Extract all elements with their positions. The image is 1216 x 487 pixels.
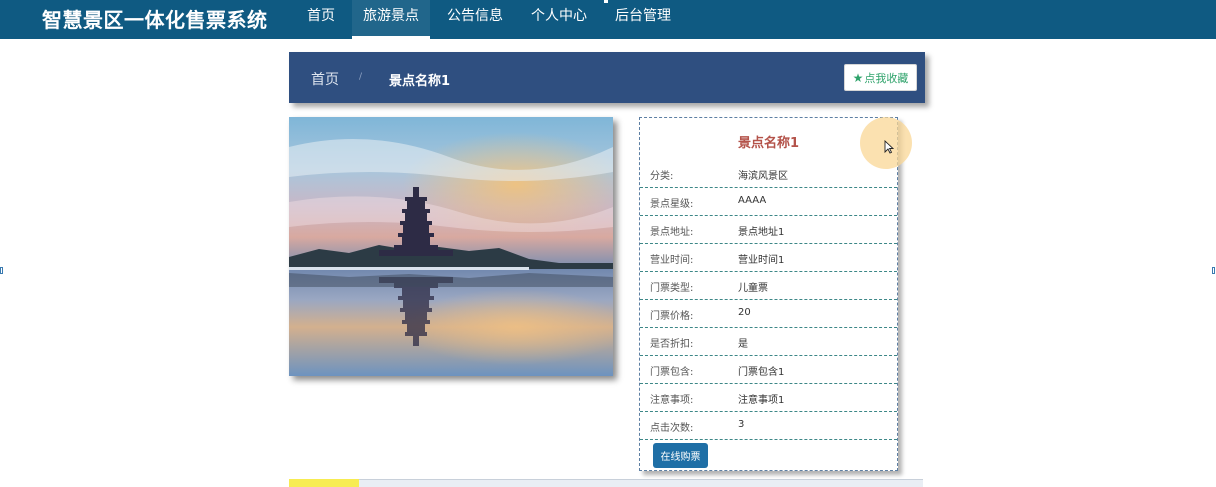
field-label: 分类: [650, 171, 674, 182]
field-label: 点击次数: [650, 423, 694, 434]
buy-ticket-button[interactable]: 在线购票 [653, 443, 708, 468]
field-value: 门票包含1 [738, 367, 785, 378]
field-label: 注意事项: [650, 395, 694, 406]
field-value: 景点地址1 [738, 227, 785, 238]
site-brand: 智慧景区一体化售票系统 [42, 8, 268, 32]
nav-home[interactable]: 首页 [296, 0, 346, 39]
next-section-marker [289, 479, 359, 487]
field-value: 儿童票 [738, 283, 768, 294]
field-value: 营业时间1 [738, 255, 785, 266]
detail-row-discount: 是否折扣: 是 [640, 328, 897, 356]
field-value: AAAA [738, 195, 767, 206]
field-label: 门票包含: [650, 367, 694, 378]
detail-row-includes: 门票包含: 门票包含1 [640, 356, 897, 384]
detail-row-hours: 营业时间: 营业时间1 [640, 244, 897, 272]
field-label: 门票价格: [650, 311, 694, 322]
field-value: 是 [738, 339, 748, 350]
field-label: 营业时间: [650, 255, 694, 266]
detail-row-category: 分类: 海滨风景区 [640, 160, 897, 188]
field-value: 3 [738, 419, 745, 430]
left-resize-handle[interactable] [0, 267, 3, 274]
detail-row-ticket-type: 门票类型: 儿童票 [640, 272, 897, 300]
nav-attractions[interactable]: 旅游景点 [352, 0, 430, 39]
field-label: 景点地址: [650, 227, 694, 238]
breadcrumb-separator: / [359, 72, 363, 82]
attraction-title: 景点名称1 [737, 136, 800, 151]
detail-row-address: 景点地址: 景点地址1 [640, 216, 897, 244]
field-value: 20 [738, 307, 751, 318]
detail-row-clicks: 点击次数: 3 [640, 412, 897, 440]
field-value: 海滨风景区 [738, 171, 788, 182]
nav-personal-center[interactable]: 个人中心 [520, 0, 598, 39]
nav-announcements[interactable]: 公告信息 [436, 0, 514, 39]
top-navbar: 智慧景区一体化售票系统 首页 旅游景点 公告信息 个人中心 后台管理 [0, 0, 1216, 39]
field-value: 注意事项1 [738, 395, 785, 406]
field-label: 是否折扣: [650, 339, 694, 350]
next-section-strip [289, 479, 923, 487]
favorite-button[interactable]: ★ 点我收藏 [844, 64, 917, 91]
mouse-pointer-icon [884, 140, 894, 154]
detail-row-notes: 注意事项: 注意事项1 [640, 384, 897, 412]
attraction-detail-panel: 景点名称1 分类: 海滨风景区 景点星级: AAAA 景点地址: 景点地址1 营… [639, 117, 898, 471]
right-resize-handle[interactable] [1212, 267, 1215, 274]
main-nav: 首页 旅游景点 公告信息 个人中心 后台管理 [296, 0, 688, 39]
detail-row-price: 门票价格: 20 [640, 300, 897, 328]
breadcrumb: 首页 / 景点名称1 ★ 点我收藏 [289, 52, 925, 103]
attraction-photo [289, 117, 613, 376]
favorite-label: 点我收藏 [864, 71, 909, 85]
top-indicator [604, 0, 608, 3]
breadcrumb-current: 景点名称1 [389, 74, 451, 89]
field-label: 门票类型: [650, 283, 694, 294]
field-label: 景点星级: [650, 199, 694, 210]
detail-row-rating: 景点星级: AAAA [640, 188, 897, 216]
breadcrumb-home[interactable]: 首页 [311, 69, 339, 89]
nav-admin[interactable]: 后台管理 [604, 0, 682, 39]
star-icon: ★ [852, 70, 864, 85]
